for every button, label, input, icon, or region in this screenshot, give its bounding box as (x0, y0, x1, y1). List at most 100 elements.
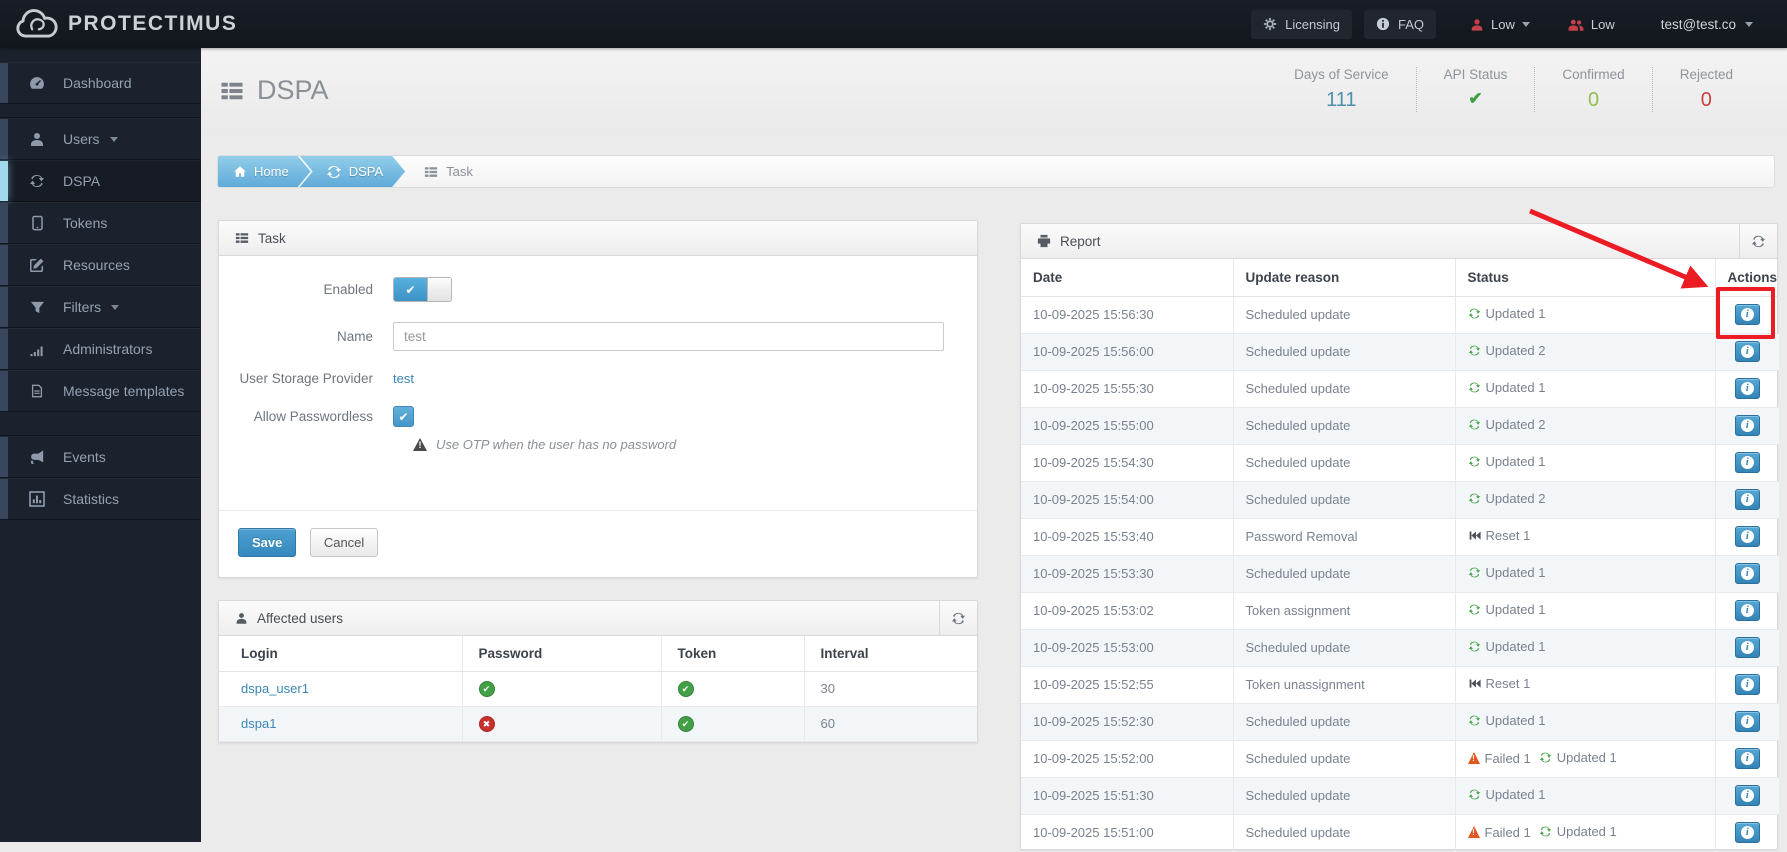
info-button[interactable]: i (1734, 637, 1760, 658)
report-status-cell: ! Failed 1 Updated 1 (1454, 814, 1715, 852)
info-button[interactable]: i (1734, 452, 1760, 473)
alert-user-menu[interactable]: Low (1470, 17, 1530, 32)
status-segment: Updated 1 (1539, 750, 1617, 765)
name-input[interactable] (393, 322, 944, 351)
info-button[interactable]: i (1734, 785, 1760, 806)
report-actions-cell: i (1714, 703, 1779, 741)
bullhorn-icon (28, 449, 46, 465)
refresh-icon (1468, 603, 1481, 616)
provider-link[interactable]: test (393, 371, 414, 386)
report-status-cell: Updated 1 (1454, 444, 1715, 482)
affected-users-header-row: Login Password Token Interval (219, 636, 977, 672)
report-reason-cell: Scheduled update (1232, 555, 1455, 593)
info-button[interactable]: i (1734, 674, 1760, 695)
report-date-cell: 10-09-2025 15:53:00 (1021, 629, 1233, 667)
user-login-link[interactable]: dspa1 (241, 716, 276, 731)
report-date-cell: 10-09-2025 15:54:30 (1021, 444, 1233, 482)
breadcrumb-item-task: Task (424, 156, 473, 187)
refresh-icon (1539, 751, 1552, 764)
refresh-button[interactable] (939, 601, 977, 635)
sidebar-item-dspa[interactable]: DSPA (0, 160, 201, 202)
sidebar-item-statistics[interactable]: Statistics (0, 478, 201, 520)
report-row: 10-09-2025 15:54:30 Scheduled update Updat… (1021, 444, 1779, 482)
list-icon (235, 231, 249, 245)
task-panel: Task Enabled ✔ Name User Storage Provide… (218, 220, 978, 578)
cancel-button[interactable]: Cancel (309, 528, 379, 557)
info-button[interactable]: i (1734, 563, 1760, 584)
report-date-cell: 10-09-2025 15:51:00 (1021, 814, 1233, 852)
accent-bar (0, 161, 8, 201)
status-segment: ! Failed 1 (1467, 825, 1531, 840)
sidebar-item-resources[interactable]: Resources (0, 244, 201, 286)
info-button[interactable]: i (1734, 822, 1760, 843)
info-button[interactable]: i (1734, 415, 1760, 436)
check-circle-icon: ✔ (677, 681, 694, 698)
sidebar-item-label: Resources (63, 257, 130, 273)
refresh-button[interactable] (1739, 224, 1777, 258)
alert-user-label: Low (1491, 16, 1515, 32)
password-status-cell: ✖ (461, 706, 661, 742)
save-button[interactable]: Save (238, 528, 297, 557)
refresh-icon (1468, 418, 1481, 431)
report-actions-cell: i (1714, 444, 1779, 482)
x-circle-icon: ✖ (478, 716, 495, 733)
refresh-icon (326, 164, 342, 180)
sidebar-item-administrators[interactable]: Administrators (0, 328, 201, 370)
status-segment: Updated 1 (1468, 713, 1546, 728)
enabled-toggle[interactable]: ✔ (393, 277, 452, 302)
user-login-link[interactable]: dspa_user1 (241, 681, 309, 696)
sidebar-group: Users DSPA Tokens Resources Filters Administr… (0, 117, 201, 412)
report-status-cell: Updated 1 (1454, 296, 1715, 334)
token-status-cell: ✔ (660, 671, 804, 707)
caret-down-icon (1521, 21, 1530, 27)
info-button[interactable]: i (1734, 489, 1760, 510)
status-segment: Updated 1 (1468, 565, 1546, 580)
page-title: DSPA (220, 75, 329, 106)
info-icon: i (1740, 308, 1754, 321)
info-button[interactable]: i (1734, 378, 1760, 399)
accent-bar (0, 203, 8, 243)
info-button[interactable]: i (1734, 341, 1760, 362)
report-reason-cell: Scheduled update (1232, 481, 1455, 519)
report-reason-cell: Scheduled update (1232, 333, 1455, 371)
report-status-cell: Updated 1 (1454, 592, 1715, 630)
faq-button[interactable]: FAQ (1364, 9, 1437, 39)
account-menu[interactable]: test@test.co (1661, 17, 1753, 32)
accent-bar (0, 437, 8, 477)
passwordless-hint: Use OTP when the user has no password (436, 437, 677, 452)
report-table: Date Update reason Status Actions 10-09-202… (1021, 259, 1779, 852)
caret-down-icon (111, 304, 120, 310)
sidebar-item-tokens[interactable]: Tokens (0, 202, 201, 244)
file-icon (28, 383, 46, 399)
provider-label: User Storage Provider (239, 371, 373, 386)
sidebar-group: Dashboard (0, 62, 201, 104)
dashboard-icon (28, 75, 46, 92)
report-actions-cell: i (1714, 740, 1779, 778)
interval-cell: 60 (803, 706, 977, 742)
info-button[interactable]: i (1734, 526, 1760, 547)
sidebar-item-events[interactable]: Events (0, 436, 201, 478)
info-icon: i (1740, 752, 1754, 765)
sidebar-item-filters[interactable]: Filters (0, 286, 201, 328)
alert-users-menu[interactable]: Low (1568, 17, 1615, 32)
sidebar-item-dashboard[interactable]: Dashboard (0, 62, 201, 104)
info-button[interactable]: i (1734, 304, 1760, 325)
info-button[interactable]: i (1734, 711, 1760, 732)
licensing-button[interactable]: Licensing (1251, 9, 1353, 39)
report-reason-cell: Scheduled update (1232, 814, 1455, 852)
protectimus-logo[interactable]: PROTECTIMUS (13, 8, 237, 41)
report-date-cell: 10-09-2025 15:53:02 (1021, 592, 1233, 630)
status-label: Reset 1 (1485, 676, 1531, 691)
breadcrumb-item-home[interactable]: Home (218, 156, 311, 187)
info-button[interactable]: i (1734, 748, 1760, 769)
breadcrumb-item-dspa[interactable]: DSPA (300, 156, 405, 187)
sidebar-item-message-templates[interactable]: Message templates (0, 370, 201, 412)
report-row: 10-09-2025 15:53:30 Scheduled update Updat… (1021, 555, 1779, 593)
status-segment: Updated 1 (1468, 454, 1546, 469)
info-icon: i (1740, 567, 1754, 580)
report-date-cell: 10-09-2025 15:52:00 (1021, 740, 1233, 778)
sidebar-item-users[interactable]: Users (0, 118, 201, 160)
info-button[interactable]: i (1734, 600, 1760, 621)
passwordless-checkbox[interactable]: ✔ (393, 406, 414, 427)
task-panel-title: Task (258, 230, 286, 246)
